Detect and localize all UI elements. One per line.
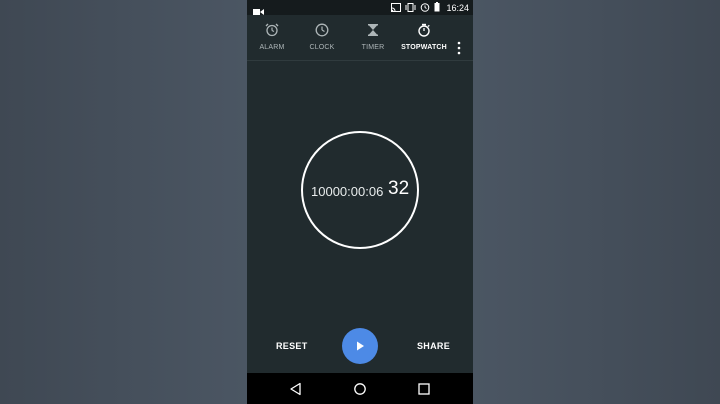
tab-timer[interactable]: TIMER <box>357 15 389 60</box>
status-time: 16:24 <box>446 2 469 13</box>
play-icon <box>357 341 364 351</box>
alarm-clock-icon <box>265 23 279 37</box>
tab-alarm[interactable]: ALARM <box>255 15 289 60</box>
overflow-menu-icon[interactable] <box>455 41 463 55</box>
stopwatch-elapsed: 10000:00:06 <box>311 184 384 199</box>
stopwatch-hundredths: 32 <box>388 178 410 199</box>
recents-icon[interactable] <box>417 382 431 396</box>
tab-stopwatch[interactable]: STOPWATCH <box>397 15 451 60</box>
navigation-bar <box>247 373 473 404</box>
tab-alarm-label: ALARM <box>259 44 285 51</box>
share-button[interactable]: SHARE <box>417 341 450 351</box>
hourglass-icon <box>366 23 380 37</box>
phone-screen: 16:24 ALARM CLOCK TIMER STOPWATCH 10000:… <box>247 0 473 404</box>
backdrop-right <box>473 0 720 404</box>
play-button[interactable] <box>342 328 378 364</box>
tab-timer-label: TIMER <box>361 44 385 51</box>
home-icon[interactable] <box>353 382 367 396</box>
stopwatch-icon <box>417 23 431 37</box>
reset-button[interactable]: RESET <box>276 341 308 351</box>
tab-clock[interactable]: CLOCK <box>306 15 338 60</box>
backdrop-left <box>0 0 247 404</box>
tab-clock-label: CLOCK <box>309 44 335 51</box>
status-bar: 16:24 <box>247 0 473 15</box>
clock-icon <box>315 23 329 37</box>
tab-bar: ALARM CLOCK TIMER STOPWATCH <box>247 15 473 61</box>
tab-stopwatch-label: STOPWATCH <box>401 44 447 51</box>
back-icon[interactable] <box>289 382 303 396</box>
